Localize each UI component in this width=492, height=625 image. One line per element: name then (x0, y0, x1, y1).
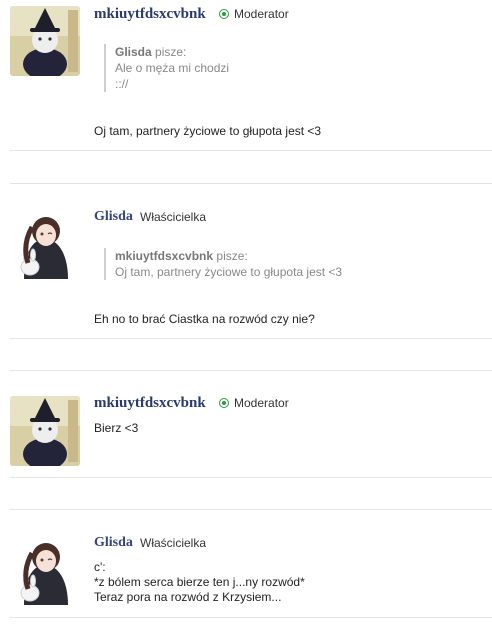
message-line: c': (94, 560, 106, 574)
avatar-cat-witch[interactable] (10, 396, 80, 466)
message-line: Oj tam, partnery życiowe to głupota jest… (94, 124, 322, 138)
avatar-anime-girl[interactable] (10, 209, 80, 279)
post-message: Oj tam, partnery życiowe to głupota jest… (94, 124, 321, 139)
quote-line: Ale o męża mi chodzi (115, 61, 230, 75)
quote-author: mkiuytfdsxcvbnk (115, 249, 214, 263)
quote-block: mkiuytfdsxcvbnk pisze: Oj tam, partnery … (104, 248, 342, 280)
divider (10, 617, 492, 618)
post-message: c': *z bólem serca bierze ten j...ny roz… (94, 560, 305, 605)
user-role: Właścicielka (140, 536, 207, 550)
quote-line: ::// (115, 77, 129, 91)
user-role: Moderator (234, 396, 289, 410)
divider (10, 477, 492, 478)
avatar-cat-witch[interactable] (10, 6, 80, 76)
user-role: Właścicielka (140, 210, 207, 224)
post-message: Bierz <3 (94, 421, 138, 436)
quote-verb: pisze: (155, 45, 187, 59)
quote-author: Glisda (115, 45, 152, 59)
user-role: Moderator (234, 7, 289, 21)
divider (10, 509, 492, 510)
message-line: Bierz <3 (94, 421, 139, 435)
divider (10, 338, 492, 339)
post-author[interactable]: Glisda (94, 535, 133, 551)
post-author[interactable]: Glisda (94, 209, 133, 225)
divider (10, 370, 492, 371)
divider (10, 183, 492, 184)
message-line: Teraz pora na rozwód z Krzysiem... (94, 590, 282, 604)
online-status-icon (219, 9, 229, 19)
online-status-icon (219, 398, 229, 408)
message-line: *z bólem serca bierze ten j...ny rozwód* (94, 575, 305, 589)
post-author[interactable]: mkiuytfdsxcvbnk (94, 395, 206, 412)
quote-line: Oj tam, partnery życiowe to głupota jest… (115, 265, 343, 279)
quote-block: Glisda pisze: Ale o męża mi chodzi ::// (104, 44, 229, 92)
post-author[interactable]: mkiuytfdsxcvbnk (94, 6, 206, 23)
message-line: Eh no to brać Ciastka na rozwód czy nie? (94, 312, 315, 326)
post-message: Eh no to brać Ciastka na rozwód czy nie? (94, 312, 315, 327)
divider (10, 150, 492, 151)
quote-verb: pisze: (216, 249, 248, 263)
avatar-anime-girl[interactable] (10, 535, 80, 605)
